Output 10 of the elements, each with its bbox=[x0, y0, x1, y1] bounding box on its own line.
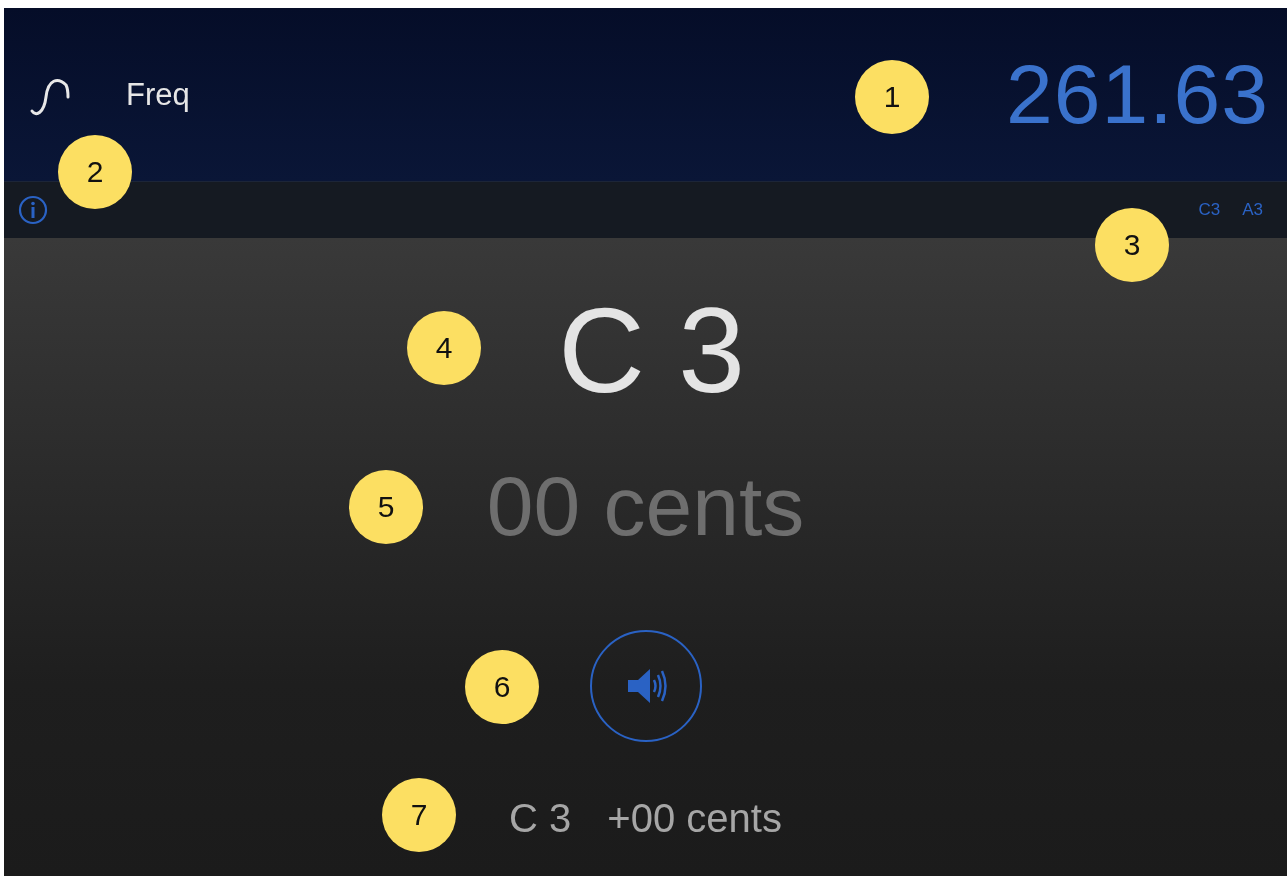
play-sound-button[interactable] bbox=[589, 630, 702, 742]
cents-reading: 00 cents bbox=[486, 458, 805, 555]
mode-label: Freq bbox=[126, 76, 190, 113]
frequency-reading: 261.63 bbox=[1006, 46, 1269, 143]
info-icon[interactable] bbox=[18, 195, 48, 225]
note-name: C 3 bbox=[557, 282, 745, 419]
note-button[interactable]: C3 bbox=[1198, 200, 1221, 220]
note-button[interactable]: A3 bbox=[1242, 200, 1263, 220]
reference-cents: +00 cents bbox=[607, 796, 782, 841]
reference-note: C 3 bbox=[509, 796, 572, 841]
